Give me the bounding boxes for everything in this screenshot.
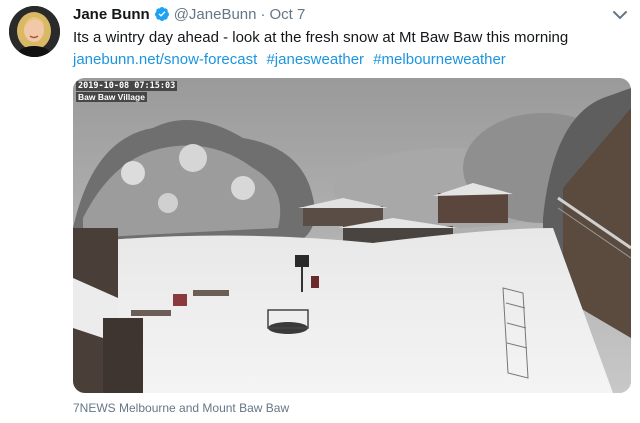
camera-location-label: Baw Baw Village (76, 92, 147, 102)
tweet-text: Its a wintry day ahead - look at the fre… (73, 29, 569, 46)
tweet-image[interactable]: 2019-10-08 07:15:03 Baw Baw Village (73, 78, 631, 393)
author-handle[interactable]: @JaneBunn (174, 6, 257, 23)
tweet-header: Jane Bunn @JaneBunn · Oct 7 (73, 4, 305, 24)
chevron-down-icon[interactable] (612, 8, 628, 20)
camera-timestamp: 2019-10-08 07:15:03 (76, 81, 178, 91)
hashtag-link[interactable]: #janesweather (266, 51, 364, 68)
hashtag-link[interactable]: #melbourneweather (373, 51, 506, 68)
tweet-links: janebunn.net/snow-forecast #janesweather… (73, 49, 506, 70)
avatar-photo (9, 6, 60, 57)
avatar[interactable] (9, 6, 60, 57)
tweet-card[interactable]: Jane Bunn @JaneBunn · Oct 7 Its a wintry… (0, 0, 640, 423)
author-name[interactable]: Jane Bunn (73, 6, 150, 23)
forecast-link[interactable]: janebunn.net/snow-forecast (73, 51, 257, 68)
separator-dot: · (260, 5, 266, 23)
snow-webcam-photo (73, 78, 631, 393)
tweet-timestamp[interactable]: Oct 7 (269, 6, 305, 23)
media-caption: 7NEWS Melbourne and Mount Baw Baw (73, 401, 290, 415)
verified-badge-icon (154, 6, 170, 22)
